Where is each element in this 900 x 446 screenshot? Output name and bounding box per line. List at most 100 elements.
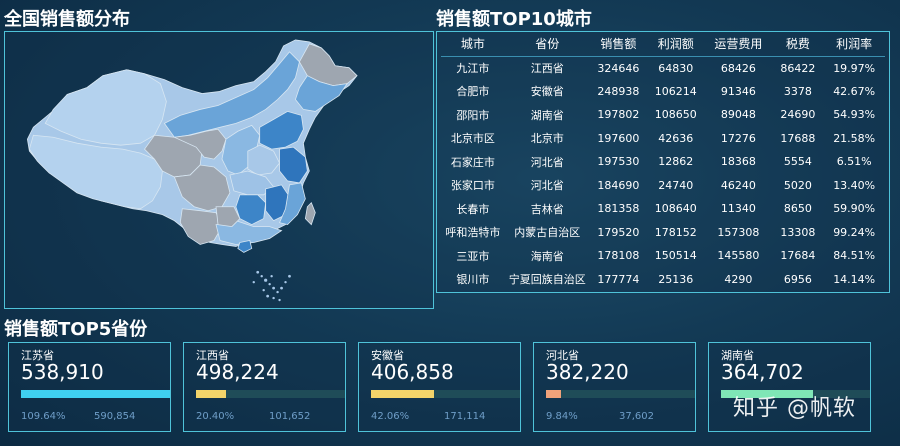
table-header-city[interactable]: 城市 <box>441 32 505 57</box>
card-progress-track <box>546 390 695 398</box>
table-header-operating-cost[interactable]: 运营费用 <box>704 32 773 57</box>
card-rate: 9.84% <box>546 411 578 422</box>
china-sales-map-panel <box>4 31 434 309</box>
table-cell-operating-cost: 18368 <box>720 155 756 169</box>
table-cell-profit-rate: 54.93% <box>833 108 876 122</box>
card-progress-fill <box>196 390 227 398</box>
table-cell-profit-rate: 13.40% <box>833 178 876 192</box>
table-cell-profit: 150514 <box>654 249 697 263</box>
province-card[interactable]: 江苏省 538,910 109.64% 590,854 <box>8 342 171 432</box>
province-card[interactable]: 江西省 498,224 20.40% 101,652 <box>183 342 346 432</box>
table-cell-operating-cost: 68426 <box>720 61 756 75</box>
table-header-tax[interactable]: 税费 <box>772 32 824 57</box>
card-progress-track <box>196 390 345 398</box>
top10-city-table-panel: 城市 省份 销售额 利润额 运营费用 税费 利润率 九江市 江西省 324646 64… <box>436 31 890 293</box>
card-sales-value: 538,910 <box>21 360 104 384</box>
table-cell-tax: 17684 <box>780 249 816 263</box>
table-cell-city: 银川市 <box>456 273 490 287</box>
table-cell-profit-rate: 6.51% <box>836 155 872 169</box>
table-cell-province: 湖南省 <box>530 108 564 122</box>
table-cell-city: 呼和浩特市 <box>445 226 501 240</box>
card-rate: 42.06% <box>371 411 410 422</box>
table-header-profit[interactable]: 利润额 <box>647 32 705 57</box>
card-total: 590,854 <box>94 411 136 422</box>
table-header-row: 城市 省份 销售额 利润额 运营费用 税费 利润率 <box>441 32 885 57</box>
table-header-profit-rate[interactable]: 利润率 <box>823 32 885 57</box>
table-cell-tax: 5554 <box>783 155 812 169</box>
table-row[interactable]: 三亚市 海南省 178108 150514 145580 17684 84.51% <box>441 244 885 268</box>
table-cell-profit: 12862 <box>658 155 694 169</box>
table-cell-profit-rate: 84.51% <box>833 249 876 263</box>
table-cell-sales: 181358 <box>597 202 640 216</box>
province-card[interactable]: 安徽省 406,858 42.06% 171,114 <box>358 342 521 432</box>
map-region-taiwan[interactable] <box>304 202 316 226</box>
table-cell-province: 内蒙古自治区 <box>514 226 581 240</box>
table-cell-tax: 86422 <box>780 61 816 75</box>
table-cell-profit-rate: 59.90% <box>833 202 876 216</box>
card-sales-value: 498,224 <box>196 360 279 384</box>
card-progress-fill <box>21 390 170 398</box>
table-cell-city: 石家庄市 <box>450 155 495 169</box>
table-cell-province: 吉林省 <box>530 202 564 216</box>
card-total: 101,652 <box>269 411 311 422</box>
table-row[interactable]: 九江市 江西省 324646 64830 68426 86422 19.97% <box>441 56 885 80</box>
table-row[interactable]: 合肥市 安徽省 248938 106214 91346 3378 42.67% <box>441 80 885 104</box>
table-row[interactable]: 北京市区 北京市 197600 42636 17276 17688 21.58% <box>441 127 885 151</box>
table-cell-sales: 178108 <box>597 249 640 263</box>
province-card[interactable]: 河北省 382,220 9.84% 37,602 <box>533 342 696 432</box>
table-row[interactable]: 邵阳市 湖南省 197802 108650 89048 24690 54.93% <box>441 103 885 127</box>
table-cell-province: 河北省 <box>530 179 564 193</box>
table-cell-sales: 177774 <box>597 272 640 286</box>
table-cell-profit-rate: 99.24% <box>833 225 876 239</box>
table-cell-profit-rate: 14.14% <box>833 272 876 286</box>
table-cell-profit: 108650 <box>654 108 697 122</box>
table-cell-sales: 197600 <box>597 131 640 145</box>
card-progress-track <box>21 390 170 398</box>
table-cell-city: 合肥市 <box>456 85 490 99</box>
table-row[interactable]: 长春市 吉林省 181358 108640 11340 8650 59.90% <box>441 197 885 221</box>
table-cell-tax: 24690 <box>780 108 816 122</box>
table-row[interactable]: 石家庄市 河北省 197530 12862 18368 5554 6.51% <box>441 150 885 174</box>
table-cell-operating-cost: 11340 <box>720 202 756 216</box>
table-cell-city: 邵阳市 <box>456 108 490 122</box>
table-cell-tax: 6956 <box>783 272 812 286</box>
table-cell-tax: 8650 <box>783 202 812 216</box>
card-progress-fill <box>546 390 561 398</box>
card-sales-value: 406,858 <box>371 360 454 384</box>
card-rate: 20.40% <box>196 411 235 422</box>
table-body: 九江市 江西省 324646 64830 68426 86422 19.97% 合肥市 安徽省 2… <box>441 56 885 291</box>
card-progress-track <box>371 390 520 398</box>
table-header-province[interactable]: 省份 <box>504 32 590 57</box>
map-region-hainan[interactable] <box>237 240 253 253</box>
table-cell-tax: 5020 <box>783 178 812 192</box>
table-title: 销售额TOP10城市 <box>436 9 592 30</box>
table-cell-profit-rate: 42.67% <box>833 84 876 98</box>
table-cell-sales: 184690 <box>597 178 640 192</box>
watermark-text: 知乎 @帆软 <box>733 396 856 421</box>
table-cell-profit: 64830 <box>658 61 694 75</box>
top5-title: 销售额TOP5省份 <box>4 319 148 340</box>
table-cell-province: 河北省 <box>530 155 564 169</box>
table-cell-operating-cost: 17276 <box>720 131 756 145</box>
table-cell-province: 宁夏回族自治区 <box>508 273 586 287</box>
table-cell-province: 安徽省 <box>530 85 564 99</box>
table-header-sales[interactable]: 销售额 <box>589 32 648 57</box>
table-cell-sales: 324646 <box>597 61 640 75</box>
table-cell-tax: 17688 <box>780 131 816 145</box>
table-cell-province: 江西省 <box>530 62 564 75</box>
china-sales-map[interactable] <box>5 32 433 308</box>
table-cell-province: 北京市 <box>530 132 564 146</box>
table-cell-profit: 24740 <box>658 178 694 192</box>
table-row[interactable]: 张家口市 河北省 184690 24740 46240 5020 13.40% <box>441 174 885 198</box>
table-row[interactable]: 银川市 宁夏回族自治区 177774 25136 4290 6956 14.14% <box>441 268 885 292</box>
table-cell-profit-rate: 21.58% <box>833 131 876 145</box>
table-cell-city: 长春市 <box>456 202 490 216</box>
card-rate: 109.64% <box>21 411 66 422</box>
table-cell-sales: 179520 <box>597 225 640 239</box>
card-sales-value: 364,702 <box>721 360 804 384</box>
table-cell-profit: 178152 <box>654 225 697 239</box>
table-cell-operating-cost: 91346 <box>720 84 756 98</box>
table-cell-city: 北京市区 <box>450 132 495 146</box>
table-cell-profit: 108640 <box>654 202 697 216</box>
table-row[interactable]: 呼和浩特市 内蒙古自治区 179520 178152 157308 13308 99.24% <box>441 221 885 245</box>
